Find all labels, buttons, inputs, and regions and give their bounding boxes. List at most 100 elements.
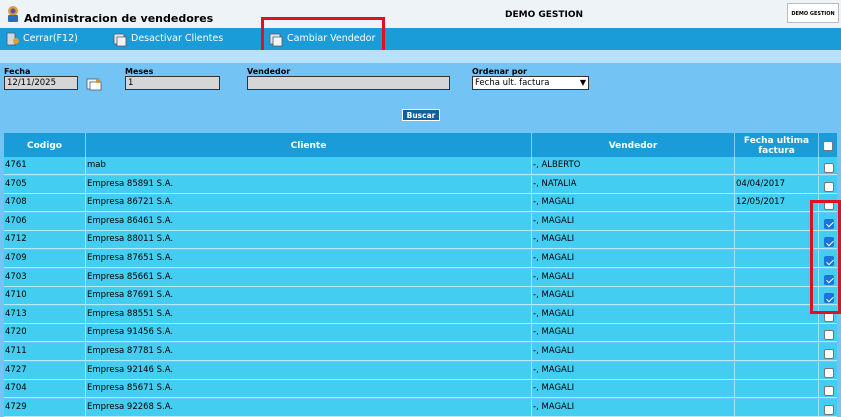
table-row[interactable]: 4710 Empresa 87691 S.A. -, MAGALI — [4, 287, 837, 306]
app-logo-icon — [8, 6, 18, 22]
ordenar-value: Fecha ult. factura — [475, 78, 550, 88]
table-row[interactable]: 4712 Empresa 88011 S.A. -, MAGALI — [4, 231, 837, 250]
cell-vendedor: -, MAGALI — [532, 287, 735, 305]
header-codigo: Codigo — [4, 133, 86, 159]
cell-cliente: Empresa 85671 S.A. — [86, 380, 532, 398]
cell-cliente: Empresa 85661 S.A. — [86, 268, 532, 286]
change-seller-label: Cambiar Vendedor — [287, 33, 376, 44]
header-cliente: Cliente — [86, 133, 532, 159]
table-row[interactable]: 4705 Empresa 85891 S.A. -, NATALIA 04/04/20… — [4, 175, 837, 194]
meses-input[interactable]: 1 — [125, 76, 220, 90]
header-fecha: Fecha ultima factura — [735, 133, 819, 159]
deactivate-clients-label: Desactivar Clientes — [131, 33, 224, 44]
chevron-down-icon: ▼ — [579, 78, 586, 87]
row-checkbox[interactable] — [824, 163, 834, 173]
company-logo: DEMO GESTION — [787, 3, 839, 23]
table-row[interactable]: 4729 Empresa 92268 S.A. -, MAGALI — [4, 398, 837, 417]
calendar-icon[interactable] — [86, 77, 102, 91]
row-checkbox[interactable] — [824, 256, 834, 266]
table-row[interactable]: 4703 Empresa 85661 S.A. -, MAGALI — [4, 268, 837, 287]
header-select-all — [819, 133, 837, 159]
cell-cliente: Empresa 88011 S.A. — [86, 231, 532, 249]
close-label: Cerrar(F12) — [23, 33, 78, 44]
company-name: DEMO GESTION — [505, 10, 584, 20]
table-row[interactable]: 4713 Empresa 88551 S.A. -, MAGALI — [4, 305, 837, 324]
cell-codigo: 4761 — [4, 157, 86, 174]
cell-cliente: Empresa 85891 S.A. — [86, 175, 532, 193]
cell-cliente: Empresa 92146 S.A. — [86, 361, 532, 379]
vendedor-label: Vendedor — [247, 67, 291, 76]
cell-cliente: Empresa 92268 S.A. — [86, 398, 532, 416]
cell-vendedor: -, ALBERTO — [532, 157, 735, 174]
row-checkbox[interactable] — [824, 274, 834, 285]
table-row[interactable]: 4761 mab -, ALBERTO — [4, 157, 837, 175]
row-checkbox[interactable] — [824, 181, 834, 192]
cell-fecha — [735, 361, 819, 379]
table-row[interactable]: 4727 Empresa 92146 S.A. -, MAGALI — [4, 361, 837, 380]
row-checkbox[interactable] — [824, 293, 834, 304]
cell-vendedor: -, MAGALI — [532, 231, 735, 249]
cell-cliente: Empresa 86461 S.A. — [86, 212, 532, 230]
cell-vendedor: -, MAGALI — [532, 324, 735, 342]
cell-vendedor: -, MAGALI — [532, 212, 735, 230]
separator-band — [0, 50, 841, 63]
cell-fecha — [735, 250, 819, 267]
cell-fecha — [735, 380, 819, 398]
cell-codigo: 4727 — [4, 361, 86, 379]
cell-fecha — [735, 212, 819, 230]
cell-fecha — [735, 287, 819, 305]
table-row[interactable]: 4708 Empresa 86721 S.A. -, MAGALI 12/05/201… — [4, 194, 837, 213]
meses-label: Meses — [125, 67, 154, 76]
row-checkbox[interactable] — [824, 311, 834, 322]
search-button[interactable]: Buscar — [402, 109, 440, 121]
fecha-label: Fecha — [4, 67, 31, 76]
cell-fecha: 04/04/2017 — [735, 175, 819, 193]
table-row[interactable]: 4704 Empresa 85671 S.A. -, MAGALI — [4, 380, 837, 399]
cell-codigo: 4720 — [4, 324, 86, 342]
ordenar-label: Ordenar por — [472, 67, 527, 76]
row-checkbox[interactable] — [824, 237, 834, 248]
cell-codigo: 4711 — [4, 343, 86, 360]
row-checkbox[interactable] — [824, 386, 834, 397]
table-header: Codigo Cliente Vendedor Fecha ultima fac… — [4, 133, 837, 159]
table-row[interactable]: 4711 Empresa 87781 S.A. -, MAGALI — [4, 343, 837, 361]
cell-vendedor: -, MAGALI — [532, 194, 735, 212]
cell-fecha — [735, 268, 819, 286]
row-checkbox[interactable] — [824, 330, 834, 341]
close-icon — [6, 32, 19, 46]
header-vendedor: Vendedor — [532, 133, 735, 159]
cell-vendedor: -, MAGALI — [532, 380, 735, 398]
title-bar: Administracion de vendedores DEMO GESTIO… — [0, 0, 841, 28]
cell-codigo: 4703 — [4, 268, 86, 286]
change-seller-icon — [269, 33, 283, 47]
fecha-input[interactable]: 12/11/2025 — [4, 76, 78, 90]
cell-codigo: 4729 — [4, 398, 86, 416]
cell-codigo: 4705 — [4, 175, 86, 193]
cell-codigo: 4708 — [4, 194, 86, 212]
row-checkbox[interactable] — [824, 404, 834, 415]
select-all-checkbox[interactable] — [823, 141, 833, 151]
cell-cliente: Empresa 87781 S.A. — [86, 343, 532, 360]
row-checkbox[interactable] — [824, 200, 834, 211]
row-checkbox[interactable] — [824, 349, 834, 359]
row-checkbox[interactable] — [824, 218, 834, 229]
cell-vendedor: -, MAGALI — [532, 268, 735, 286]
table-row[interactable]: 4720 Empresa 91456 S.A. -, MAGALI — [4, 324, 837, 343]
cell-vendedor: -, MAGALI — [532, 361, 735, 379]
table-row[interactable]: 4706 Empresa 86461 S.A. -, MAGALI — [4, 212, 837, 231]
row-checkbox[interactable] — [824, 367, 834, 378]
cell-fecha — [735, 157, 819, 174]
cell-vendedor: -, MAGALI — [532, 398, 735, 416]
vendedor-input[interactable] — [247, 76, 450, 90]
cell-fecha — [735, 305, 819, 323]
table-row[interactable]: 4709 Empresa 87651 S.A. -, MAGALI — [4, 250, 837, 268]
cell-cliente: mab — [86, 157, 532, 174]
cell-fecha: 12/05/2017 — [735, 194, 819, 212]
ordenar-select[interactable]: Fecha ult. factura ▼ — [472, 76, 589, 90]
app-title: Administracion de vendedores — [24, 12, 214, 25]
cell-fecha — [735, 231, 819, 249]
cell-codigo: 4706 — [4, 212, 86, 230]
cell-fecha — [735, 398, 819, 416]
cell-vendedor: -, MAGALI — [532, 305, 735, 323]
cell-vendedor: -, MAGALI — [532, 343, 735, 360]
